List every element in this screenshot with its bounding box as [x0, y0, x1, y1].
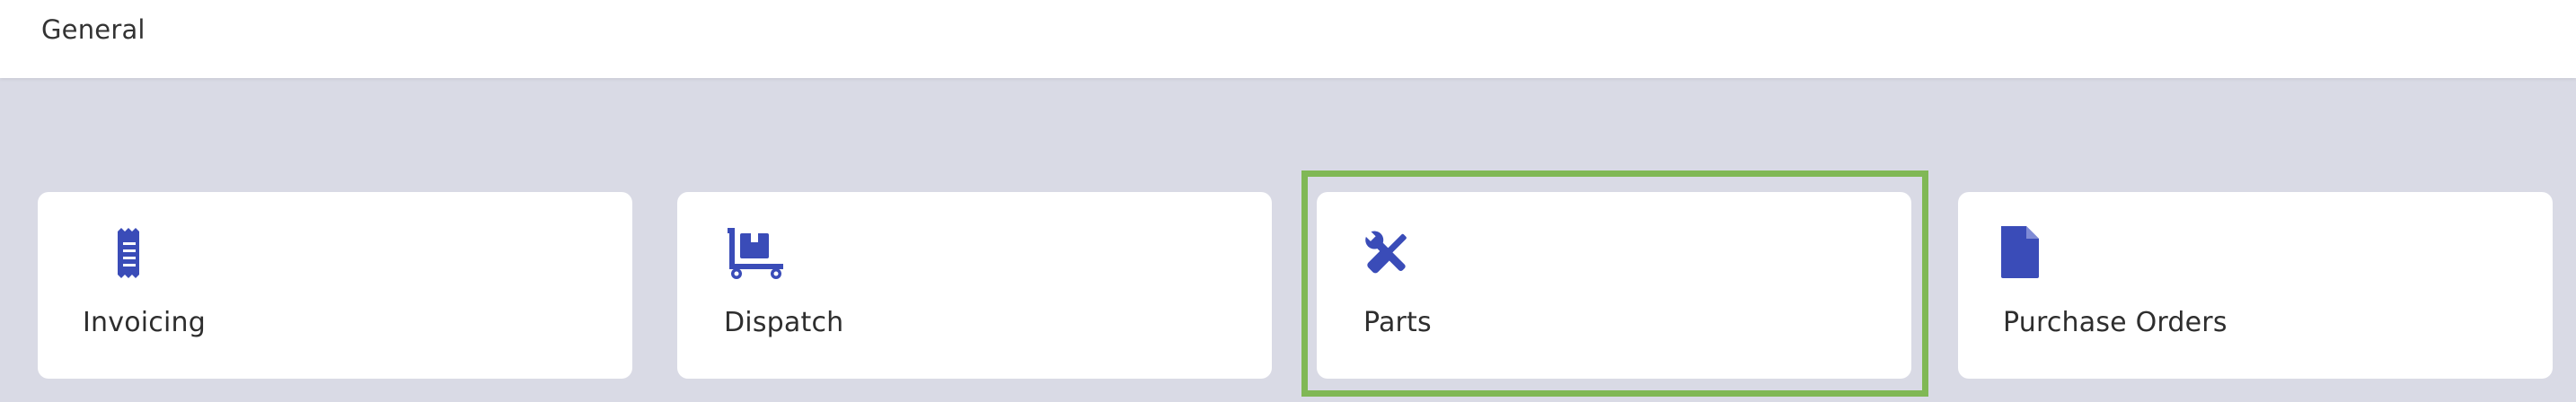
dispatch-card[interactable]: Dispatch — [677, 192, 1272, 379]
parts-label: Parts — [1363, 307, 1432, 338]
purchase-orders-label: Purchase Orders — [2003, 307, 2228, 338]
section-header: General — [0, 0, 2576, 78]
document-icon — [2001, 226, 2060, 280]
invoicing-card[interactable]: Invoicing — [38, 192, 632, 379]
tools-icon — [1362, 226, 1421, 280]
purchase-orders-card[interactable]: Purchase Orders — [1958, 192, 2553, 379]
dispatch-label: Dispatch — [724, 307, 844, 338]
dolly-cart-icon — [724, 226, 783, 280]
invoicing-label: Invoicing — [83, 307, 206, 338]
receipt-icon — [81, 226, 140, 280]
section-title: General — [41, 14, 146, 45]
parts-card[interactable]: Parts — [1317, 192, 1911, 379]
